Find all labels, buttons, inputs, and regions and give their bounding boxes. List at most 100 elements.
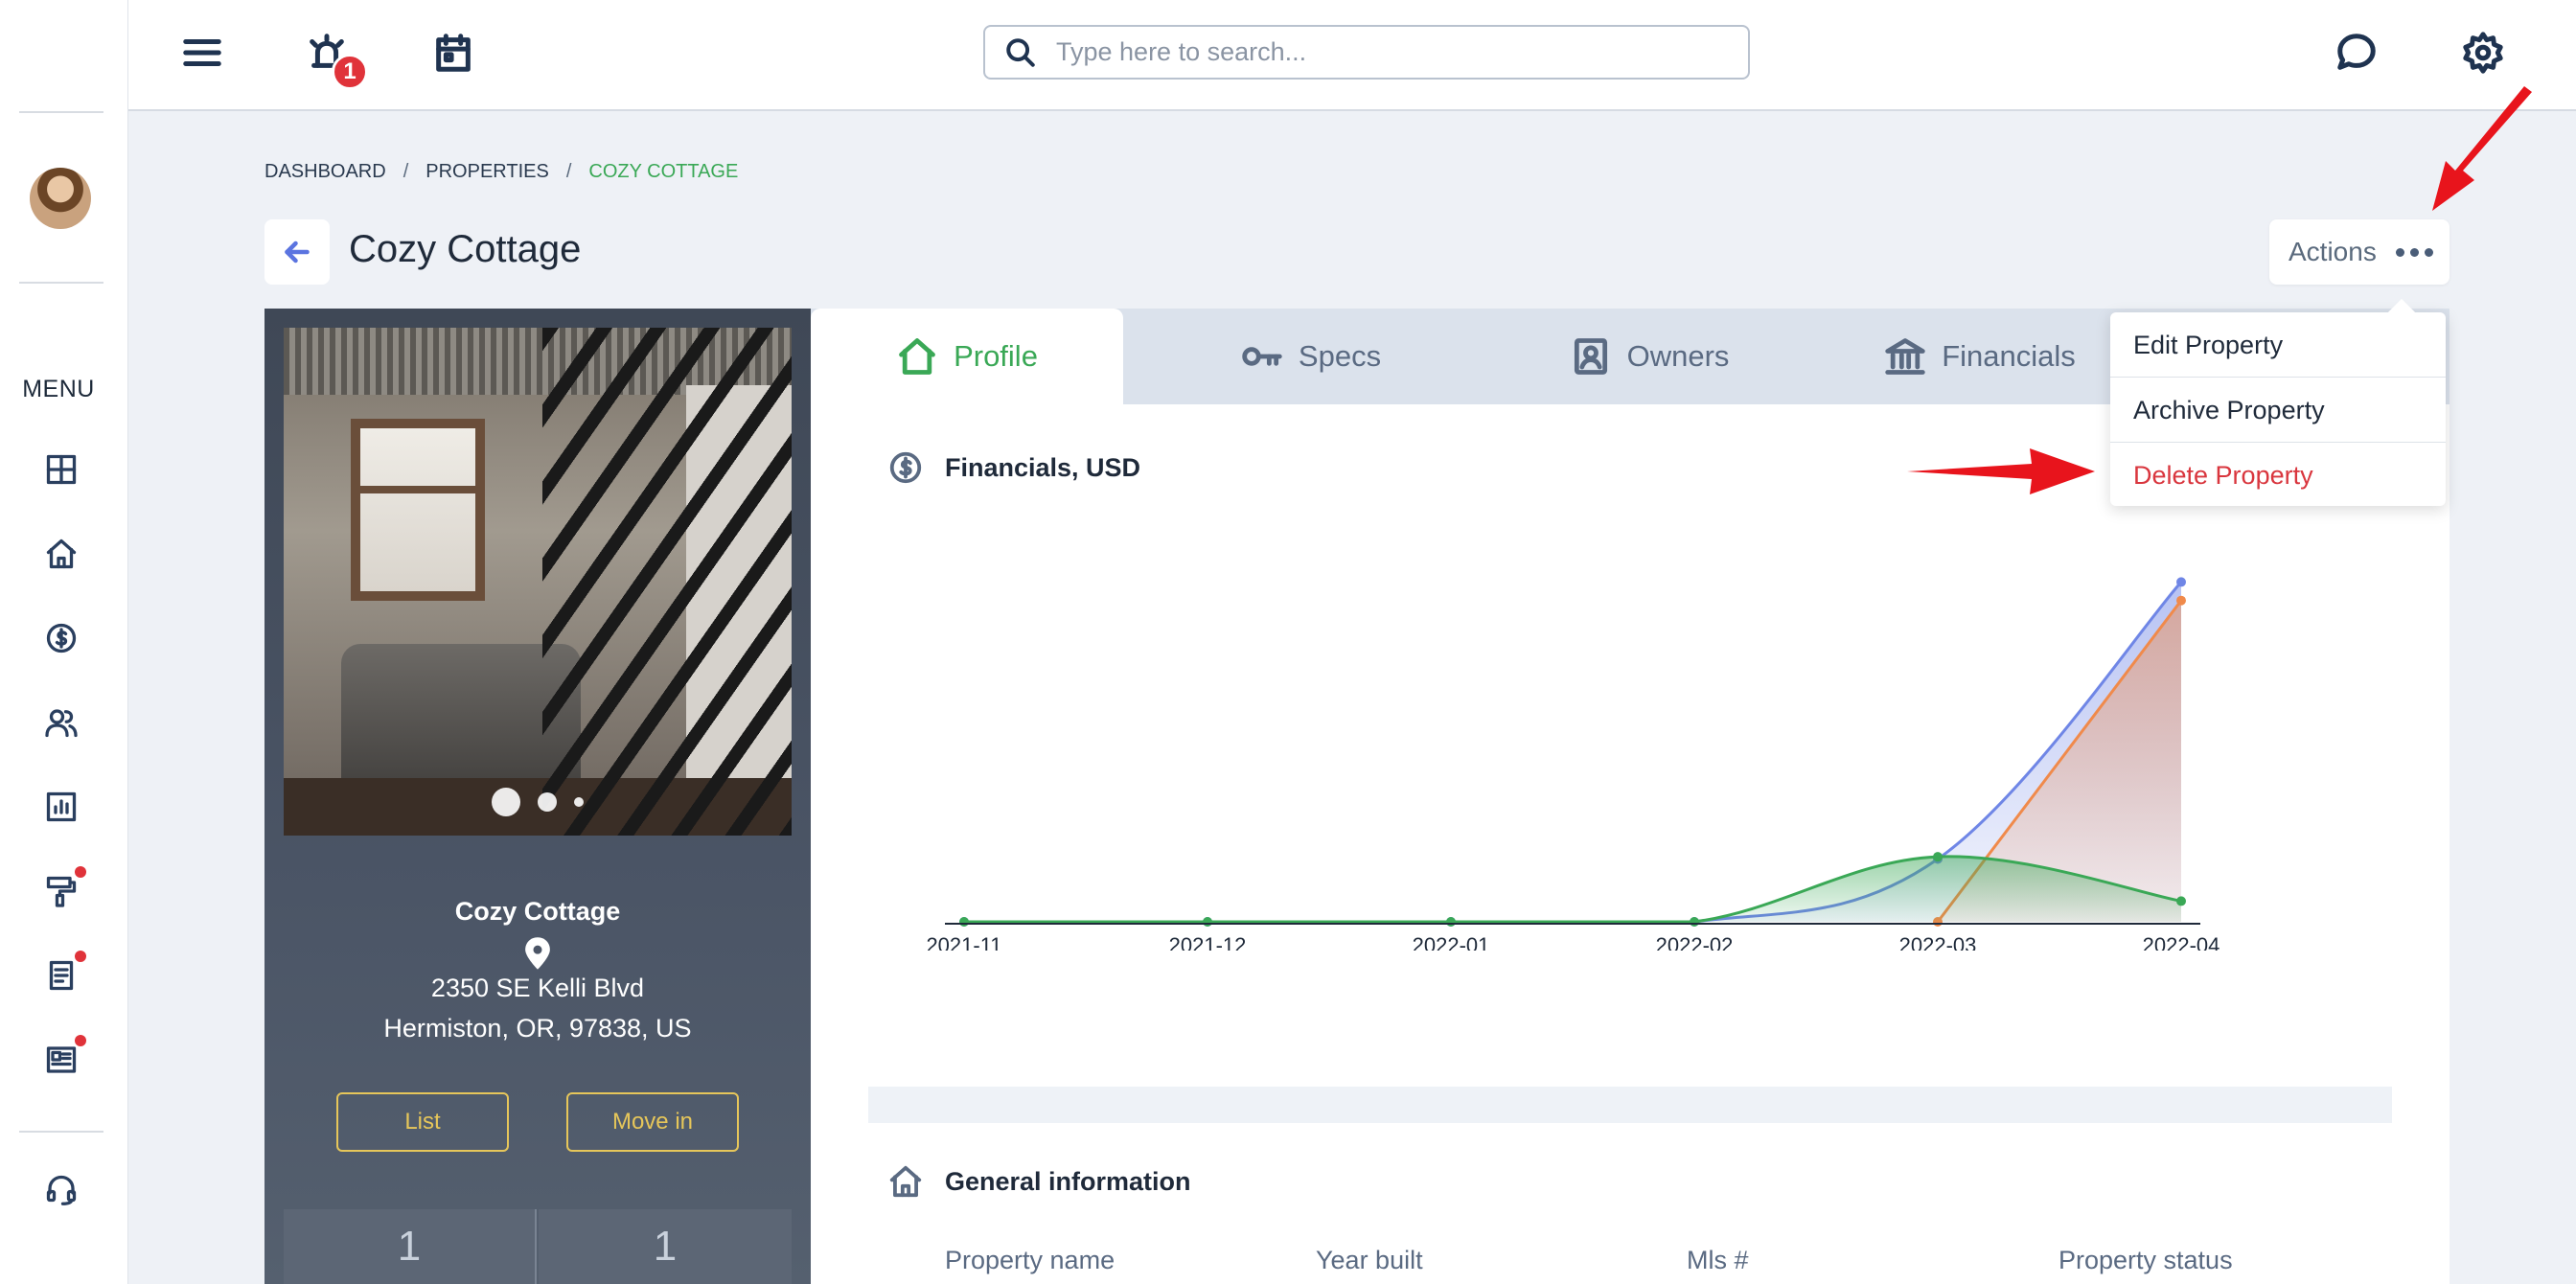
tab-label: Specs: [1298, 339, 1382, 373]
tab-specs[interactable]: Specs: [1167, 309, 1455, 404]
users-icon: [45, 709, 78, 738]
x-tick-label: 2021-12: [1169, 933, 1247, 951]
carousel-dot[interactable]: [574, 797, 584, 807]
actions-label: Actions: [2288, 237, 2377, 266]
move-in-button[interactable]: Move in: [566, 1092, 739, 1152]
home-icon: [889, 1165, 922, 1198]
sidebar-item-reports[interactable]: [42, 788, 80, 826]
financials-chart: 2021-11 2021-12 2022-01 2022-02 2022-03 2022-…: [926, 577, 2220, 951]
property-card: Cozy Cottage 2350 SE Kelli Blvd Hermisto…: [264, 309, 811, 1284]
tab-owners[interactable]: Owners: [1491, 309, 1807, 404]
actions-button[interactable]: Actions: [2269, 219, 2450, 285]
annotation-arrow-delete: [1907, 448, 2095, 494]
section-divider: [868, 1087, 2392, 1123]
breadcrumb-separator: /: [565, 161, 572, 182]
avatar[interactable]: [30, 168, 91, 229]
sidebar-item-news[interactable]: [42, 1035, 86, 1079]
dashboard-icon: [46, 454, 77, 485]
x-tick-label: 2022-01: [1413, 933, 1490, 951]
edit-property-item[interactable]: Edit Property: [2110, 312, 2446, 378]
home-icon: [46, 539, 77, 569]
series-area: [964, 856, 2181, 922]
alarm-button[interactable]: 1: [303, 29, 368, 90]
breadcrumb-dashboard[interactable]: DASHBOARD: [264, 161, 386, 183]
headset-icon: [46, 1175, 77, 1205]
data-point[interactable]: [2176, 595, 2186, 606]
data-point[interactable]: [959, 917, 969, 927]
hamburger-icon: [183, 39, 221, 66]
dollar-circle-icon: [46, 623, 77, 653]
actions-dropdown: Edit Property Archive Property Delete Pr…: [2110, 312, 2446, 506]
address-line-1: 2350 SE Kelli Blvd: [430, 974, 645, 1002]
home-icon: [899, 338, 935, 375]
back-button[interactable]: [264, 219, 330, 285]
sidebar-item-documents[interactable]: [42, 951, 86, 995]
breadcrumb-current: COZY COTTAGE: [588, 161, 739, 182]
archive-property-item[interactable]: Archive Property: [2110, 378, 2446, 443]
chat-bubble-icon: [2337, 34, 2376, 70]
list-button[interactable]: List: [336, 1092, 509, 1152]
field-label-property-name: Property name: [945, 1246, 1116, 1274]
field-label-property-status: Property status: [2058, 1246, 2233, 1274]
breadcrumb-separator: /: [402, 161, 409, 182]
tab-financials[interactable]: Financials: [1827, 309, 2133, 404]
dollar-circle-icon: [889, 451, 922, 484]
search-box[interactable]: [983, 25, 1750, 80]
sidebar-item-properties[interactable]: [42, 535, 80, 573]
hamburger-menu-button[interactable]: [178, 29, 226, 77]
data-point[interactable]: [2176, 896, 2186, 906]
location-pin-icon: [525, 937, 550, 970]
notification-dot: [75, 951, 86, 962]
top-bar: 1: [128, 0, 2576, 111]
notification-dot: [75, 866, 86, 878]
sidebar-divider: [19, 1131, 104, 1133]
support-button[interactable]: [42, 1171, 80, 1209]
stat-box: 1: [284, 1209, 537, 1284]
search-input[interactable]: [1056, 37, 1708, 67]
page-title: Cozy Cottage: [349, 228, 582, 270]
gear-icon: [2463, 32, 2503, 74]
calendar-icon: [436, 34, 471, 72]
sidebar-item-people[interactable]: [42, 703, 80, 742]
data-point[interactable]: [1690, 917, 1699, 927]
tab-profile[interactable]: Profile: [811, 309, 1123, 404]
breadcrumb-properties[interactable]: PROPERTIES: [426, 161, 549, 183]
notification-badge: 1: [332, 54, 368, 90]
document-icon: [49, 960, 74, 991]
data-point[interactable]: [1933, 852, 1943, 862]
sidebar-item-financials[interactable]: [42, 619, 80, 657]
carousel-dot[interactable]: [538, 792, 557, 812]
settings-button[interactable]: [2459, 29, 2507, 77]
financials-heading: Financials, USD: [887, 449, 1140, 486]
breadcrumb: DASHBOARD / PROPERTIES / COZY COTTAGE: [264, 161, 738, 183]
bar-chart-icon: [46, 791, 77, 822]
data-point[interactable]: [1203, 917, 1212, 927]
search-icon: [1006, 37, 1035, 67]
tab-label: Financials: [1942, 339, 2076, 373]
data-point[interactable]: [1446, 917, 1456, 927]
address-line-2: Hermiston, OR, 97838, US: [383, 1014, 692, 1043]
carousel-dot[interactable]: [492, 788, 520, 816]
newspaper-icon: [46, 1046, 77, 1073]
data-point[interactable]: [2176, 577, 2186, 587]
chat-button[interactable]: [2333, 29, 2380, 77]
menu-label: MENU: [22, 376, 95, 402]
property-photo[interactable]: [284, 328, 792, 836]
sidebar-item-maintenance[interactable]: [42, 866, 86, 910]
financials-title: Financials, USD: [945, 452, 1141, 482]
sidebar-item-dashboard[interactable]: [42, 450, 80, 489]
delete-property-item[interactable]: Delete Property: [2110, 443, 2446, 508]
notification-dot: [75, 1035, 86, 1046]
stat-box: 1: [539, 1209, 792, 1284]
sidebar-divider: [19, 111, 104, 113]
arrow-left-icon: [285, 241, 310, 264]
x-tick-label: 2021-11: [926, 933, 1001, 951]
annotation-arrow-actions: [2432, 86, 2532, 211]
bank-icon: [1885, 338, 1925, 375]
key-icon: [1242, 347, 1282, 366]
more-dots-icon: [2395, 247, 2433, 257]
calendar-button[interactable]: [429, 29, 477, 77]
general-info-heading: General information: [887, 1163, 1191, 1200]
carousel-dots: [284, 788, 792, 816]
x-tick-label: 2022-03: [1899, 933, 1977, 951]
